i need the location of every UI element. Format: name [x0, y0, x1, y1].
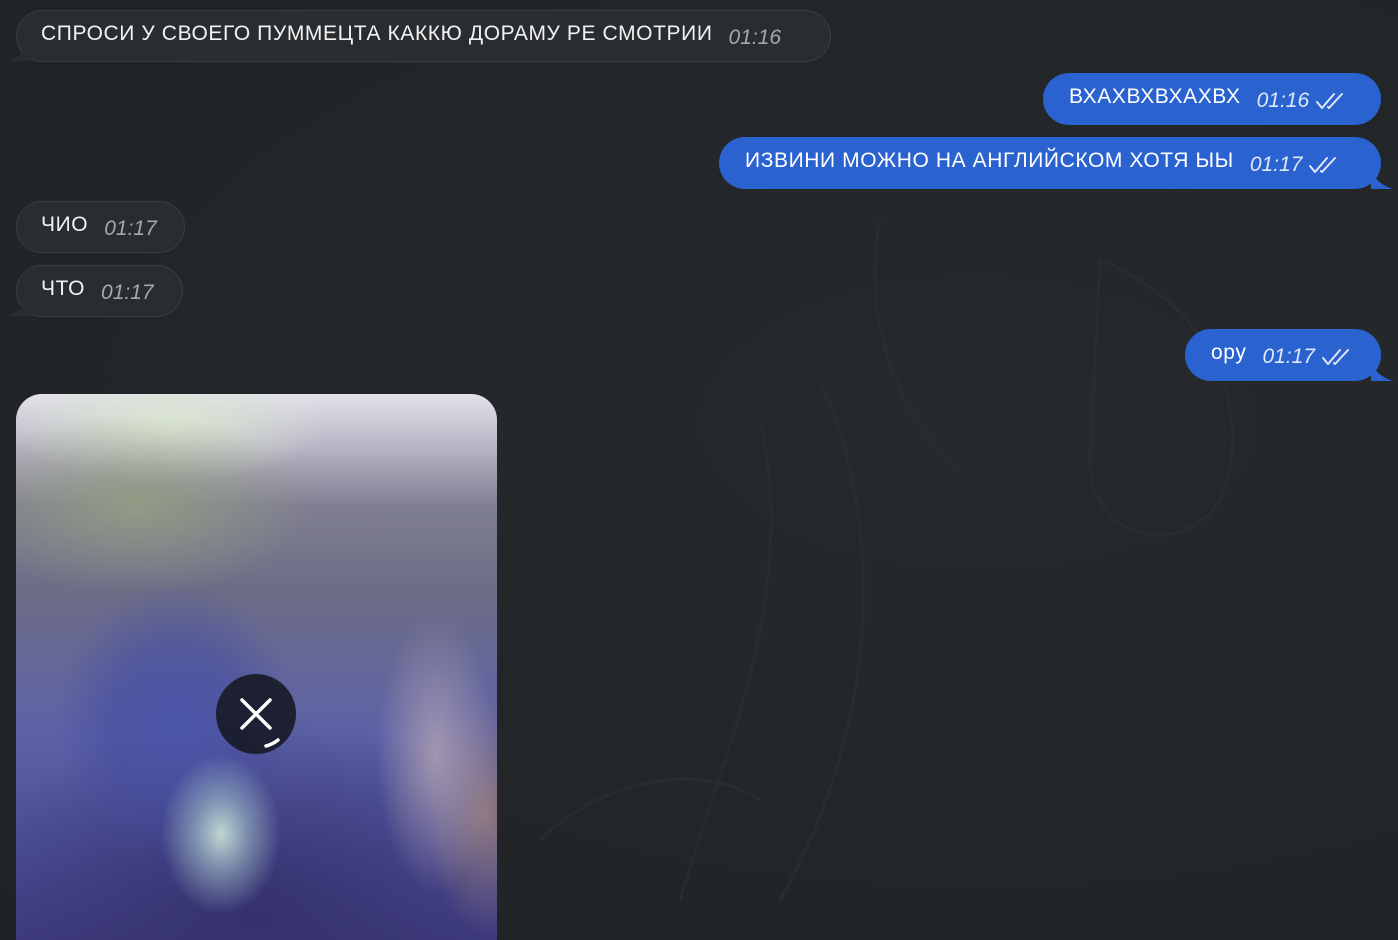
bubble-tail: [1371, 170, 1393, 189]
message-text: ВХАХВХВХАХВХ: [1069, 85, 1241, 108]
close-icon: [240, 698, 280, 748]
bubble-tail: [7, 297, 29, 316]
message-text: ЧИО: [41, 213, 89, 236]
message-text: ору: [1211, 341, 1247, 364]
message-bubble-outgoing[interactable]: ору 01:17: [1185, 329, 1393, 381]
message-time: 01:17: [1249, 153, 1303, 176]
chat-view[interactable]: СПРОСИ У СВОЕГО ПУММЕЦТА КАККЮ ДОРАМУ РЕ…: [0, 0, 1398, 940]
bubble-tail: [1371, 362, 1393, 381]
message-time: 01:16: [1256, 89, 1310, 112]
message-text: ЧТО: [41, 277, 86, 300]
bubble-tail: [7, 42, 29, 61]
message-bubble-outgoing[interactable]: ВХАХВХВХАХВХ 01:16: [1043, 73, 1381, 125]
double-check-icon: [1322, 349, 1349, 365]
message-text: ИЗВИНИ МОЖНО НА АНГЛИЙСКОМ ХОТЯ ЫЫ: [745, 149, 1234, 172]
double-check-icon: [1309, 157, 1337, 173]
message-bubble-outgoing[interactable]: ИЗВИНИ МОЖНО НА АНГЛИЙСКОМ ХОТЯ ЫЫ 01:17: [719, 137, 1393, 189]
message-bubble-incoming[interactable]: ЧТО 01:17: [7, 265, 183, 317]
message-time: 01:17: [104, 217, 157, 240]
media-message-preview[interactable]: [16, 394, 497, 940]
cancel-download-button[interactable]: [216, 674, 296, 754]
message-time: 01:16: [728, 26, 782, 49]
message-bubble-incoming[interactable]: СПРОСИ У СВОЕГО ПУММЕЦТА КАККЮ ДОРАМУ РЕ…: [7, 10, 831, 62]
blurred-thumbnail: [16, 394, 497, 940]
double-check-icon: [1316, 93, 1344, 109]
message-text: СПРОСИ У СВОЕГО ПУММЕЦТА КАККЮ ДОРАМУ РЕ…: [41, 22, 713, 45]
message-time: 01:17: [1262, 345, 1315, 368]
message-time: 01:17: [101, 281, 154, 304]
message-bubble-incoming[interactable]: ЧИО 01:17: [16, 201, 185, 253]
